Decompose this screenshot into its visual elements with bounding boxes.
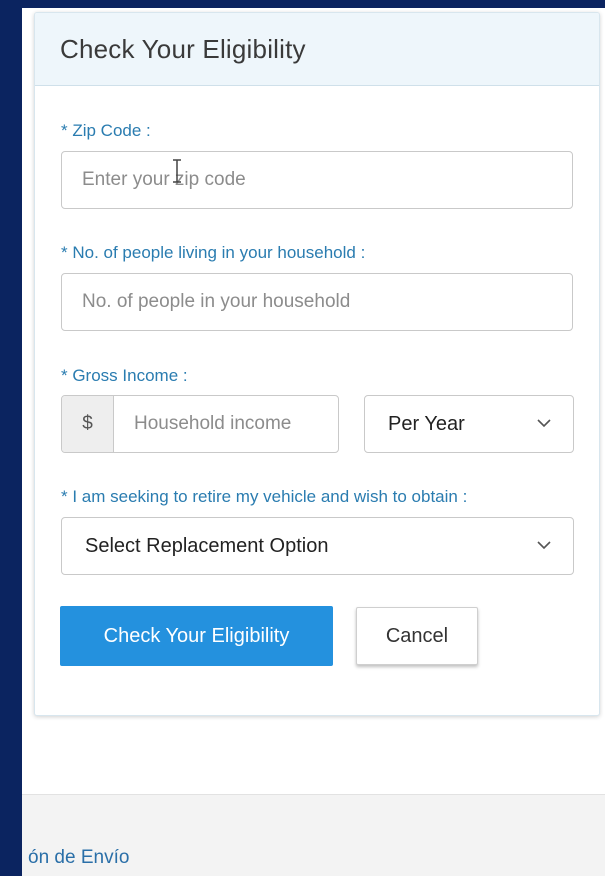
currency-addon: $ bbox=[62, 396, 114, 452]
text-cursor-icon bbox=[173, 159, 181, 183]
household-placeholder: No. of people in your household bbox=[82, 291, 351, 312]
income-input[interactable]: Household income bbox=[114, 396, 338, 452]
replacement-value: Select Replacement Option bbox=[85, 534, 329, 557]
income-period-select[interactable]: Per Year bbox=[364, 395, 574, 453]
eligibility-card: Check Your Eligibility * Zip Code : Ente… bbox=[34, 12, 600, 716]
zip-input[interactable]: Enter your zip code bbox=[61, 151, 573, 209]
card-header: Check Your Eligibility bbox=[35, 13, 599, 86]
cancel-button[interactable]: Cancel bbox=[356, 607, 478, 665]
page: Check Your Eligibility * Zip Code : Ente… bbox=[22, 0, 605, 876]
zip-placeholder: Enter your zip code bbox=[82, 169, 246, 190]
household-label: * No. of people living in your household… bbox=[61, 243, 366, 262]
chevron-down-icon bbox=[537, 419, 551, 428]
replacement-label: * I am seeking to retire my vehicle and … bbox=[61, 487, 468, 506]
income-placeholder: Household income bbox=[134, 413, 292, 434]
chevron-down-icon bbox=[537, 541, 551, 550]
income-period-value: Per Year bbox=[388, 412, 465, 435]
household-input[interactable]: No. of people in your household bbox=[61, 273, 573, 331]
income-label: * Gross Income : bbox=[61, 366, 188, 385]
footer: ón de Envío bbox=[22, 794, 605, 876]
card-title: Check Your Eligibility bbox=[60, 33, 306, 64]
zip-label: * Zip Code : bbox=[61, 121, 151, 140]
replacement-select[interactable]: Select Replacement Option bbox=[61, 517, 574, 575]
income-input-group: $ Household income bbox=[61, 395, 339, 453]
top-strip bbox=[22, 0, 605, 8]
check-eligibility-button[interactable]: Check Your Eligibility bbox=[60, 606, 333, 666]
footer-link[interactable]: ón de Envío bbox=[28, 847, 129, 869]
